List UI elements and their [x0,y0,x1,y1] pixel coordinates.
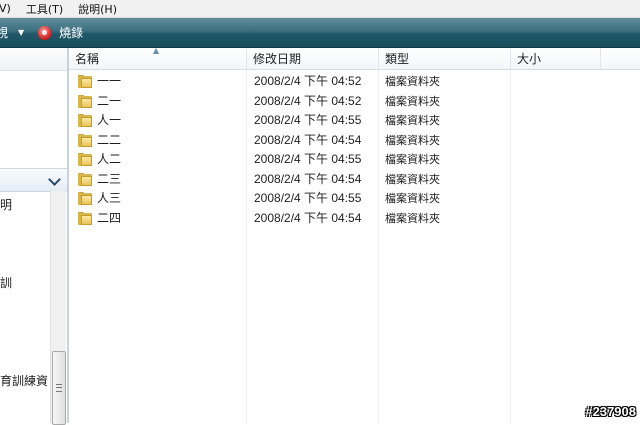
burn-disc-icon[interactable] [38,25,53,40]
file-modified: 2008/2/4 下午 04:55 [254,113,362,127]
file-modified: 2008/2/4 下午 04:52 [254,74,362,88]
tree-item[interactable]: 訓 [0,274,12,291]
file-type: 檔案資料夾 [385,172,440,186]
file-name: 人二 [97,152,122,166]
folder-icon [78,192,92,205]
file-type: 檔案資料夾 [385,211,440,225]
file-modified: 2008/2/4 下午 04:55 [254,152,362,166]
chevron-down-icon[interactable] [48,173,61,186]
column-header-name-label: 名稱 [75,52,100,66]
file-name: 二一 [97,93,122,108]
command-bar: 視 ▼ 燒錄 [0,18,640,48]
folder-icon [78,153,92,166]
file-modified: 2008/2/4 下午 04:55 [254,191,362,205]
file-row[interactable]: 二四 2008/2/4 下午 04:54 檔案資料夾 [69,209,509,228]
file-row[interactable]: 二二 2008/2/4 下午 04:54 檔案資料夾 [69,131,509,150]
views-button[interactable]: 視 [0,24,8,41]
folder-icon [78,211,92,225]
column-header-type[interactable]: 類型 [379,48,511,70]
file-row[interactable]: 人二 2008/2/4 下午 04:55 檔案資料夾 [69,150,509,169]
menu-help[interactable]: 說明(H) [78,1,117,17]
column-header-modified-label: 修改日期 [253,52,302,66]
file-name: 人一 [97,113,122,127]
folder-icon [78,94,92,108]
column-divider [510,70,511,423]
grip-icon [56,384,62,392]
file-modified: 2008/2/4 下午 04:54 [254,210,362,225]
column-header-modified[interactable]: 修改日期 [247,48,379,70]
file-type: 檔案資料夾 [385,133,440,147]
file-modified: 2008/2/4 下午 04:54 [254,171,362,186]
views-dropdown-arrow-icon[interactable]: ▼ [18,28,24,37]
navigation-pane-header [0,48,67,71]
column-header-filler [601,48,640,70]
file-modified: 2008/2/4 下午 04:54 [254,132,362,147]
tree-item[interactable]: 育訓練資 [0,372,48,389]
scrollbar-thumb[interactable] [52,351,66,425]
menu-tools[interactable]: 工具(T) [26,1,63,17]
file-type: 檔案資料夾 [385,192,440,205]
folder-icon [78,172,92,186]
sort-ascending-icon: ▲ [153,46,160,55]
file-type: 檔案資料夾 [385,94,440,108]
folder-icon [78,75,92,88]
file-name: 人三 [97,191,122,205]
watermark: #237908 [585,404,636,419]
file-type: 檔案資料夾 [385,114,440,127]
folder-icon [78,133,92,147]
file-type: 檔案資料夾 [385,153,440,166]
file-name: 二四 [97,210,122,225]
menu-view[interactable]: V) [0,2,11,15]
file-modified: 2008/2/4 下午 04:52 [254,93,362,108]
column-header-name[interactable]: ▲ 名稱 [69,46,247,70]
tree-item[interactable]: 明 [0,196,12,213]
navigation-scrollbar[interactable] [50,191,66,425]
menu-bar: V) 工具(T) 說明(H) [0,0,640,18]
file-name: 二三 [97,171,122,186]
file-list: ▲ 名稱 修改日期 類型 大小 一一 2008/2/4 下午 04:52 檔案資料夾… [69,46,640,423]
burn-button[interactable]: 燒錄 [59,24,83,41]
navigation-pane: 明 訓 育訓練資 [0,48,67,425]
column-header-size-label: 大小 [517,52,542,66]
file-type: 檔案資料夾 [385,75,440,88]
folders-bar[interactable] [0,168,67,192]
file-name: 一一 [97,74,122,88]
column-header-size[interactable]: 大小 [511,48,601,70]
file-row[interactable]: 一一 2008/2/4 下午 04:52 檔案資料夾 [69,72,509,91]
file-row[interactable]: 人一 2008/2/4 下午 04:55 檔案資料夾 [69,111,509,130]
column-header-type-label: 類型 [385,52,410,66]
file-row[interactable]: 二一 2008/2/4 下午 04:52 檔案資料夾 [69,92,509,111]
file-name: 二二 [97,132,122,147]
file-row[interactable]: 人三 2008/2/4 下午 04:55 檔案資料夾 [69,189,509,208]
folder-icon [78,114,92,127]
file-row[interactable]: 二三 2008/2/4 下午 04:54 檔案資料夾 [69,170,509,189]
